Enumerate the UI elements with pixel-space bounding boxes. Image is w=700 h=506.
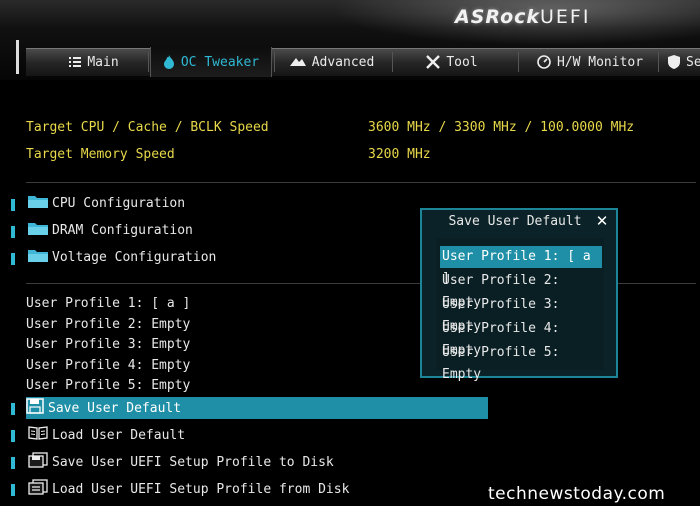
target-cpu-value: 3600 MHz / 3300 MHz / 100.0000 MHz (368, 120, 635, 135)
save-icon (26, 398, 44, 418)
flame-icon (163, 55, 175, 69)
dialog-profile-option[interactable]: User Profile 4: Empty (440, 318, 602, 358)
tab-hw-monitor[interactable]: H/W Monitor (528, 48, 652, 76)
item-marker (11, 484, 15, 496)
tab-separator (518, 52, 519, 72)
profile-line: User Profile 4: Empty (26, 358, 191, 373)
profile-line: User Profile 5: Empty (26, 378, 191, 393)
tool-icon (426, 55, 441, 69)
menu-item-label: Save User UEFI Setup Profile to Disk (52, 454, 334, 470)
save-user-default-dialog: Save User Default ✕ User Profile 1: [ a … (420, 208, 618, 382)
tab-separator (148, 52, 149, 72)
monitor-icon (537, 55, 551, 69)
tab-separator (658, 52, 659, 72)
menu-item-label: Load User Default (52, 427, 186, 443)
voltage-configuration-item[interactable]: Voltage Configuration (28, 246, 216, 268)
tab-tool[interactable]: Tool (396, 48, 508, 76)
security-icon (668, 55, 680, 69)
dialog-profile-option[interactable]: User Profile 3: Empty (440, 294, 602, 334)
dialog-title: Save User Default (448, 214, 582, 229)
profile-line: User Profile 1: [ a ] (26, 296, 191, 311)
save-profile-to-disk-item[interactable]: Save User UEFI Setup Profile to Disk (28, 451, 334, 473)
menu-item-label: Load User UEFI Setup Profile from Disk (52, 481, 350, 497)
brand-logo: ASRock (455, 6, 541, 28)
cpu-configuration-item[interactable]: CPU Configuration (28, 192, 185, 214)
target-memory-value: 3200 MHz (368, 147, 431, 162)
dialog-profile-option[interactable]: User Profile 5: Empty (440, 342, 602, 382)
menu-item-label: Save User Default (48, 400, 182, 416)
tab-separator (274, 52, 275, 72)
menu-item-label: DRAM Configuration (52, 222, 193, 238)
tab-advanced[interactable]: Advanced (278, 48, 386, 76)
item-marker (11, 253, 15, 265)
menu-item-label: CPU Configuration (52, 195, 186, 211)
folder-icon (28, 194, 48, 212)
divider-top (26, 182, 696, 183)
tab-separator (392, 52, 393, 72)
profile-line: User Profile 2: Empty (26, 317, 191, 332)
item-marker (11, 226, 15, 238)
target-memory-label: Target Memory Speed (26, 147, 175, 162)
advanced-icon (289, 56, 306, 68)
header-left-bar (16, 40, 19, 74)
item-marker (11, 430, 15, 442)
tab-label: Tool (446, 54, 478, 70)
tab-label: OC Tweaker (180, 54, 260, 70)
item-marker (11, 199, 15, 211)
tab-oc-tweaker[interactable]: OC Tweaker (150, 47, 272, 77)
tab-label: H/W Monitor (556, 54, 644, 70)
brand-product: UEFI (540, 6, 591, 28)
load-icon (28, 426, 48, 444)
tab-label: Advanced (311, 54, 375, 70)
tab-label: Se (686, 54, 700, 70)
load-user-default-item[interactable]: Load User Default (28, 424, 185, 446)
dialog-profile-list: User Profile 1: [ a ] User Profile 2: Em… (436, 238, 604, 382)
item-marker (11, 457, 15, 469)
load-disk-icon (28, 479, 48, 499)
item-marker (11, 403, 15, 415)
tab-main[interactable]: Main (40, 48, 148, 76)
dialog-profile-option[interactable]: User Profile 2: Empty (440, 270, 602, 310)
tab-security[interactable]: Se (662, 48, 700, 76)
close-icon[interactable]: ✕ (594, 213, 610, 229)
target-cpu-label: Target CPU / Cache / BCLK Speed (26, 120, 269, 135)
menu-item-label: Voltage Configuration (52, 249, 217, 265)
dram-configuration-item[interactable]: DRAM Configuration (28, 219, 193, 241)
load-profile-from-disk-item[interactable]: Load User UEFI Setup Profile from Disk (28, 478, 349, 500)
dialog-profile-option[interactable]: User Profile 1: [ a ] (440, 246, 602, 286)
save-disk-icon (28, 452, 48, 472)
tab-label: Main (87, 54, 119, 70)
save-user-default-item[interactable]: Save User Default (26, 397, 488, 419)
folder-icon (28, 221, 48, 239)
profile-line: User Profile 3: Empty (26, 337, 191, 352)
list-icon (69, 56, 82, 68)
watermark: technewstoday.com (488, 484, 666, 504)
folder-icon (28, 248, 48, 266)
